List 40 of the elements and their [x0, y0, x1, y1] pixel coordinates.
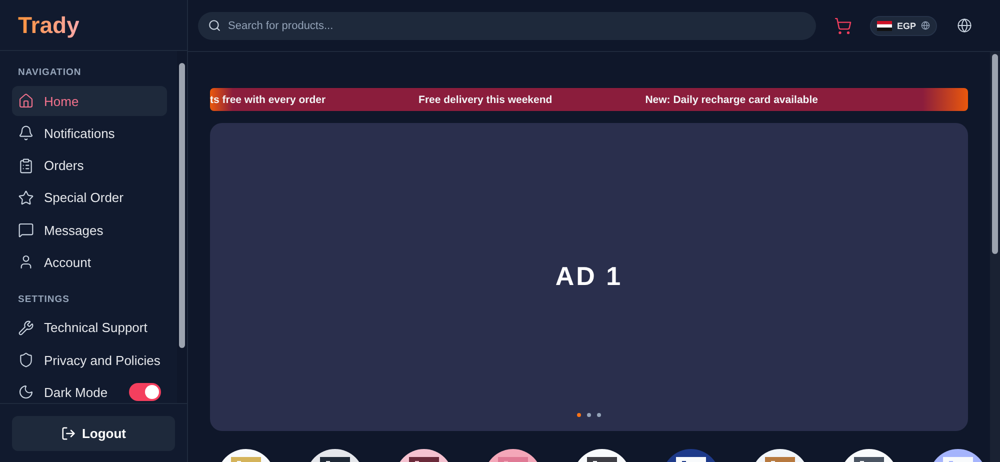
bell-icon	[18, 125, 34, 142]
announcement-text: New: Daily recharge card available	[645, 94, 818, 106]
star-icon	[18, 190, 34, 206]
announcement-text: ts free with every order	[210, 94, 326, 106]
search-icon	[208, 18, 221, 32]
ad-banner[interactable]: AD 1	[210, 123, 968, 431]
flag-icon	[877, 20, 892, 30]
logout-icon	[60, 426, 76, 440]
home-icon	[18, 93, 34, 109]
nav-item[interactable]: Orders	[12, 150, 167, 181]
moon-icon	[18, 384, 34, 400]
search-field[interactable]: Search for products...	[198, 12, 816, 40]
scrollbar[interactable]	[990, 52, 1000, 462]
cart-icon[interactable]	[834, 16, 852, 34]
carousel-dot[interactable]	[577, 413, 581, 417]
user-icon	[18, 254, 34, 270]
clipboard-icon	[18, 158, 34, 174]
nav-item[interactable]: Home	[12, 86, 167, 116]
nav-item[interactable]: Account	[12, 247, 167, 278]
toggle-switch[interactable]	[129, 383, 161, 402]
section-title: NAVIGATION	[17, 67, 82, 78]
announcement-text: Free delivery this weekend	[418, 94, 552, 106]
nav-item[interactable]: Messages	[12, 215, 167, 246]
nav-item[interactable]: Notifications	[12, 118, 167, 148]
message-icon	[18, 222, 34, 238]
carousel-dot[interactable]	[597, 413, 601, 417]
currency-selector[interactable]: EGP	[870, 16, 938, 36]
logout-button[interactable]: Logout	[12, 416, 175, 450]
nav-item[interactable]: Privacy and Policies	[12, 345, 167, 376]
nav-item[interactable]: Special Order	[12, 182, 167, 213]
section-title: SETTINGS	[17, 294, 71, 305]
shield-icon	[18, 352, 34, 368]
globe-icon	[921, 21, 930, 30]
ad-title: AD 1	[555, 261, 623, 293]
scrollbar[interactable]	[177, 51, 187, 403]
wrench-icon	[18, 320, 34, 336]
nav-item[interactable]: Technical Support	[12, 312, 167, 343]
globe-icon[interactable]	[957, 18, 972, 33]
nav-item[interactable]: Dark Mode	[12, 377, 167, 408]
carousel-dot[interactable]	[587, 413, 591, 417]
